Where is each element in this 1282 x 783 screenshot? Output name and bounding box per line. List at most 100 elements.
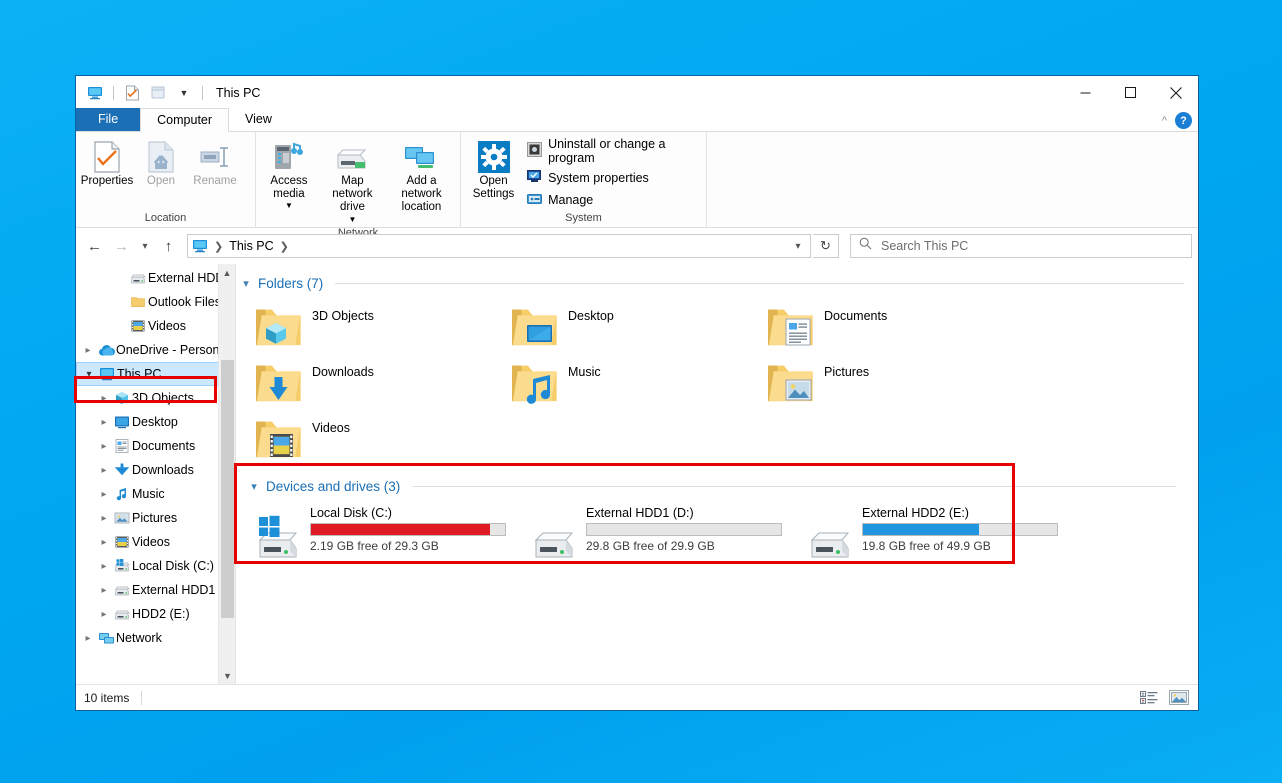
large-icons-view-button[interactable] [1168, 688, 1190, 708]
tab-computer[interactable]: Computer [140, 108, 230, 132]
access-media-icon [272, 139, 306, 173]
folder-icon [128, 294, 148, 310]
sidebar-item-videos[interactable]: ▸ Videos [76, 530, 235, 554]
sidebar-item-pictures[interactable]: ▸ Pictures [76, 506, 235, 530]
search-input[interactable]: Search This PC [881, 239, 968, 253]
chevron-down-icon[interactable]: ▾ [81, 369, 97, 380]
folder-item[interactable]: Music [510, 355, 766, 411]
drive-item[interactable]: Local Disk (C:) 2.19 GB free of 29.3 GB [254, 504, 530, 562]
sidebar-item-onedrive-personal[interactable]: ▸ OneDrive - Personal [76, 338, 235, 362]
folder-item[interactable]: Desktop [510, 299, 766, 355]
system-properties-item[interactable]: System properties [524, 168, 702, 188]
rename-button[interactable]: Rename [188, 136, 242, 191]
folder-label: Pictures [824, 365, 870, 379]
properties-button[interactable]: Properties [80, 136, 134, 191]
refresh-button[interactable]: ↻ [813, 234, 839, 258]
search-icon [859, 237, 872, 255]
sidebar-item-downloads[interactable]: ▸ Downloads [76, 458, 235, 482]
scroll-down-arrow-icon[interactable]: ▼ [219, 667, 235, 684]
details-view-button[interactable] [1138, 688, 1160, 708]
ribbon-group-system: Open Settings Uninstall or change a prog… [461, 132, 707, 227]
map-network-drive-button[interactable]: Map network drive ▼ [318, 136, 387, 227]
maximize-button[interactable] [1108, 76, 1153, 109]
close-button[interactable] [1153, 76, 1198, 109]
chevron-right-icon[interactable]: ▸ [80, 633, 96, 644]
sidebar-item-label: HDD2 (E:) [132, 607, 190, 621]
folder-item[interactable]: Videos [254, 411, 510, 467]
minimize-button[interactable] [1063, 76, 1108, 109]
folder-label: Videos [312, 421, 350, 435]
sidebar-item-outlook-files[interactable]: Outlook Files [76, 290, 235, 314]
drive-item[interactable]: External HDD2 (E:) 19.8 GB free of 49.9 G… [806, 504, 1082, 562]
chevron-down-icon[interactable]: ▾ [248, 480, 260, 493]
chevron-right-icon[interactable]: ▸ [96, 585, 112, 596]
sidebar-item-desktop[interactable]: ▸ Desktop [76, 410, 235, 434]
folder-tree: External HDD2 (E:) Outlook Files Videos ▸ On… [76, 264, 235, 650]
chevron-right-icon[interactable]: ▸ [96, 465, 112, 476]
sidebar-scrollbar[interactable]: ▲ ▼ [218, 264, 235, 684]
sidebar-item-videos[interactable]: Videos [76, 314, 235, 338]
manage-item[interactable]: Manage [524, 190, 702, 210]
address-bar[interactable]: ❯ This PC ❯ ▾ [187, 234, 811, 258]
breadcrumb-separator-2[interactable]: ❯ [280, 240, 289, 253]
chevron-right-icon[interactable]: ▸ [96, 561, 112, 572]
sidebar-item-music[interactable]: ▸ Music [76, 482, 235, 506]
breadcrumb-item-this-pc[interactable]: This PC [229, 239, 273, 253]
folder-item[interactable]: Pictures [766, 355, 1022, 411]
folders-group-header[interactable]: ▾ Folders (7) [240, 274, 1198, 293]
folder-item[interactable]: Documents [766, 299, 1022, 355]
chevron-up-icon[interactable]: ^ [1162, 115, 1167, 127]
sidebar-item-this-pc[interactable]: ▾ This PC [76, 362, 235, 386]
uninstall-program-item[interactable]: Uninstall or change a program [524, 136, 702, 166]
up-button[interactable]: ↑ [156, 234, 181, 259]
drive-name: External HDD1 (D:) [586, 506, 694, 520]
ribbon-group-network: Access media ▼ Map network drive ▼ Add a… [256, 132, 461, 239]
back-button[interactable]: ← [82, 234, 107, 259]
sidebar-item-external-hdd2-e[interactable]: External HDD2 (E:) [76, 266, 235, 290]
chevron-down-icon[interactable]: ▼ [348, 215, 356, 224]
new-folder-icon[interactable] [147, 82, 169, 104]
folder-pictures-icon [766, 357, 814, 405]
sidebar-item-3d-objects[interactable]: ▸ 3D Objects [76, 386, 235, 410]
chevron-down-icon[interactable]: ▾ [240, 277, 252, 290]
drive-item[interactable]: External HDD1 (D:) 29.8 GB free of 29.9 G… [530, 504, 806, 562]
chevron-right-icon[interactable]: ▸ [96, 609, 112, 620]
forward-button[interactable]: → [109, 234, 134, 259]
open-settings-button[interactable]: Open Settings [465, 136, 522, 204]
chevron-right-icon[interactable]: ▸ [96, 393, 112, 404]
folder-item[interactable]: 3D Objects [254, 299, 510, 355]
sidebar-item-external-hdd1-d[interactable]: ▸ External HDD1 (D:) [76, 578, 235, 602]
breadcrumb-root-icon[interactable] [192, 238, 208, 254]
open-button[interactable]: Open [134, 136, 188, 191]
sidebar-item-hdd2-e[interactable]: ▸ HDD2 (E:) [76, 602, 235, 626]
add-network-location-button[interactable]: Add a network location [387, 136, 456, 218]
chevron-right-icon[interactable]: ▸ [96, 537, 112, 548]
chevron-right-icon[interactable]: ▸ [80, 345, 96, 356]
drives-group-header[interactable]: ▾ Devices and drives (3) [248, 477, 1198, 496]
access-media-button[interactable]: Access media ▼ [260, 136, 318, 214]
chevron-down-icon[interactable]: ▼ [285, 201, 293, 210]
sidebar-item-documents[interactable]: ▸ Documents [76, 434, 235, 458]
explorer-body: External HDD2 (E:) Outlook Files Videos ▸ On… [76, 264, 1198, 684]
this-pc-icon[interactable] [84, 82, 106, 104]
scrollbar-thumb[interactable] [221, 360, 234, 618]
help-button[interactable]: ? [1175, 112, 1192, 129]
folder-item[interactable]: Downloads [254, 355, 510, 411]
chevron-right-icon[interactable]: ▸ [96, 513, 112, 524]
documents-icon [112, 438, 132, 454]
chevron-down-icon[interactable]: ▾ [786, 235, 810, 257]
drives-section: ▾ Devices and drives (3) Local Disk (C:)… [240, 477, 1198, 562]
sidebar-item-network[interactable]: ▸ Network [76, 626, 235, 650]
customize-quick-access-dropdown[interactable]: ▼ [173, 82, 195, 104]
chevron-right-icon[interactable]: ▸ [96, 441, 112, 452]
sidebar-item-local-disk-c[interactable]: ▸ Local Disk (C:) [76, 554, 235, 578]
recent-locations-button[interactable]: ▾ [136, 234, 154, 259]
chevron-right-icon[interactable]: ▸ [96, 417, 112, 428]
scroll-up-arrow-icon[interactable]: ▲ [219, 264, 235, 281]
tab-file[interactable]: File [76, 108, 141, 131]
search-box[interactable]: Search This PC [850, 234, 1192, 258]
properties-icon[interactable] [121, 82, 143, 104]
chevron-right-icon[interactable]: ▸ [96, 489, 112, 500]
tab-view[interactable]: View [229, 108, 288, 131]
videos-icon [128, 318, 148, 334]
